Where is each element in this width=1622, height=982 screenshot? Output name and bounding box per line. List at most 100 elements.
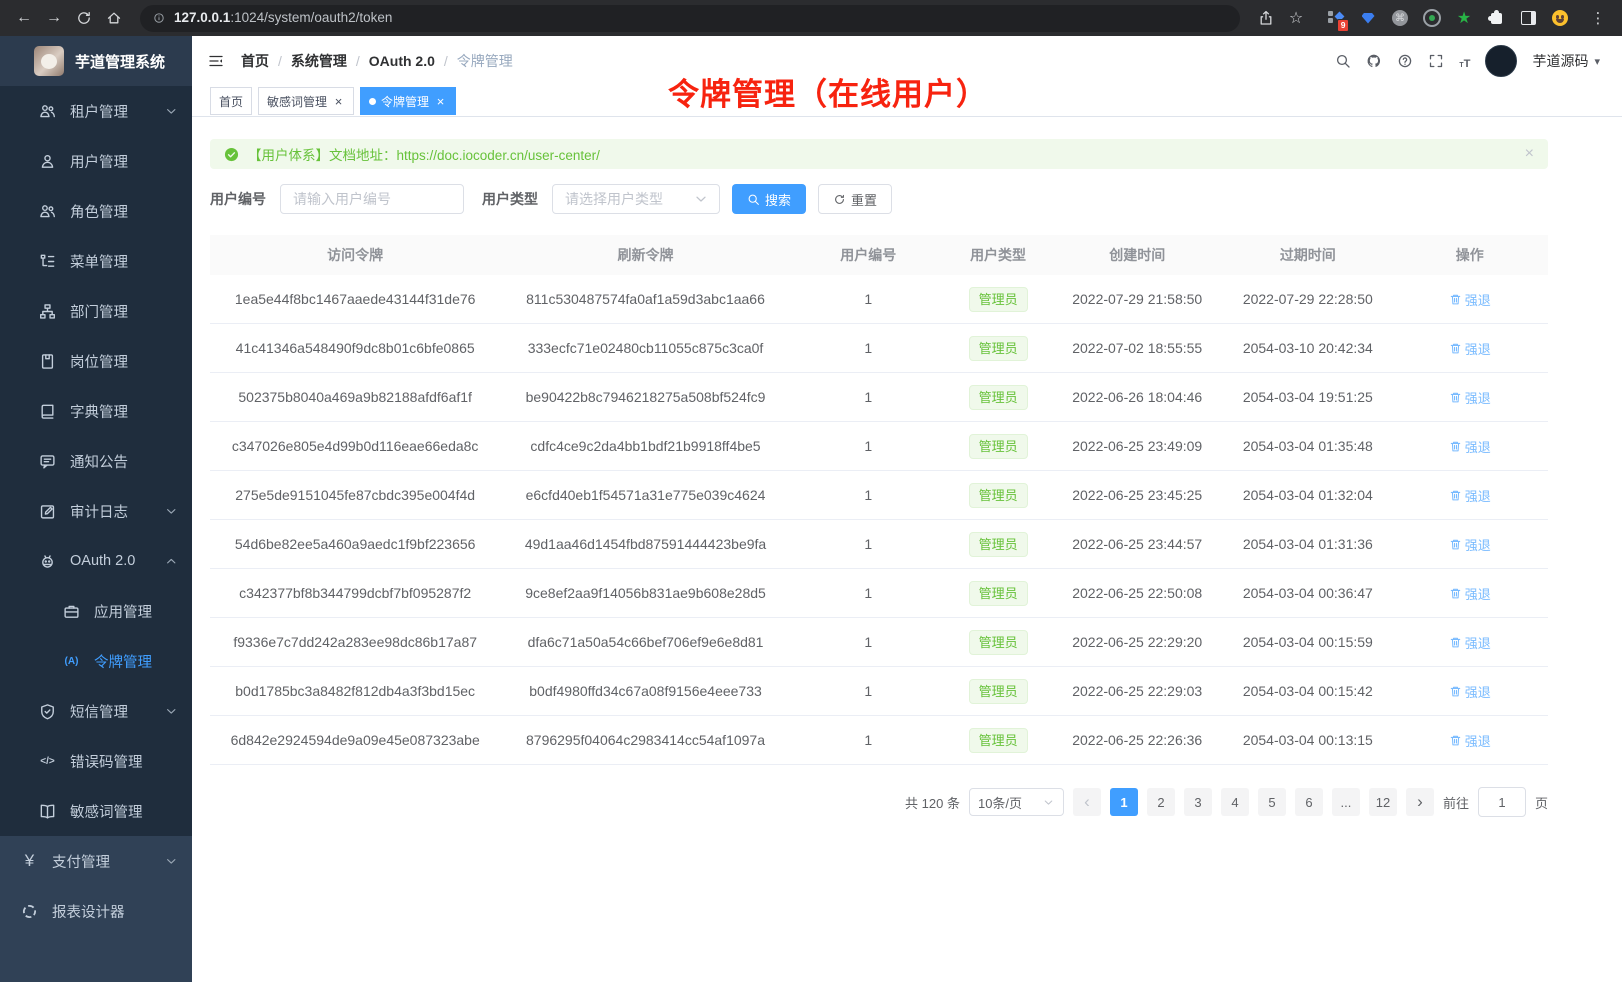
user-id-input[interactable] [280, 184, 464, 214]
extension-gem-icon[interactable] [1359, 9, 1377, 27]
cell-expires-at: 2054-03-04 00:15:59 [1224, 634, 1391, 650]
force-logout-button[interactable]: 强退 [1449, 486, 1491, 505]
force-logout-button[interactable]: 强退 [1449, 682, 1491, 701]
cell-expires-at: 2054-03-04 19:51:25 [1224, 389, 1391, 405]
sidebar-item[interactable]: 审计日志 [0, 486, 192, 536]
users-icon [38, 103, 57, 120]
breadcrumb-item[interactable]: 系统管理 [291, 51, 347, 71]
sidebar-item[interactable]: 部门管理 [0, 286, 192, 336]
search-button-icon [747, 193, 760, 206]
sidebar-item[interactable]: 字典管理 [0, 386, 192, 436]
home-icon[interactable] [100, 4, 128, 32]
sidebar-collapse-icon[interactable] [208, 53, 224, 69]
user-avatar[interactable] [1485, 45, 1517, 77]
extension-emoji-icon[interactable] [1551, 9, 1569, 27]
sidebar-item[interactable]: ¥支付管理 [0, 836, 192, 886]
extension-puzzle-icon[interactable] [1487, 9, 1505, 27]
cell-user-type: 管理员 [946, 630, 1050, 655]
page-number-button[interactable]: 2 [1147, 788, 1175, 816]
sidebar-item[interactable]: 菜单管理 [0, 236, 192, 286]
page-number-button[interactable]: 6 [1295, 788, 1323, 816]
prev-page-button[interactable]: ‹ [1073, 788, 1101, 816]
sidebar-item[interactable]: 角色管理 [0, 186, 192, 236]
page-number-button[interactable]: 3 [1184, 788, 1212, 816]
extension-record-icon[interactable] [1423, 9, 1441, 27]
page-number-button[interactable]: 1 [1110, 788, 1138, 816]
fullscreen-icon[interactable] [1428, 53, 1444, 69]
search-icon[interactable] [1335, 53, 1351, 69]
token-icon: (A) [62, 656, 81, 667]
cell-action: 强退 [1391, 388, 1548, 407]
doc-alert: 【用户体系】文档地址：https://doc.iocoder.cn/user-c… [210, 139, 1548, 169]
cell-expires-at: 2054-03-04 01:32:04 [1224, 487, 1391, 503]
back-icon[interactable]: ← [10, 4, 38, 32]
tab-close-icon[interactable]: × [434, 95, 447, 108]
username[interactable]: 芋道源码 [1532, 51, 1588, 71]
cell-user-type: 管理员 [946, 287, 1050, 312]
sidebar-item[interactable]: 岗位管理 [0, 336, 192, 386]
page-number-button[interactable]: 12 [1369, 788, 1397, 816]
sidebar-item[interactable]: 短信管理 [0, 686, 192, 736]
sidebar-item[interactable]: (A)令牌管理 [0, 636, 192, 686]
font-size-icon[interactable]: TT [1459, 51, 1470, 72]
sidebar-item[interactable]: 租户管理 [0, 86, 192, 136]
sidebar-item[interactable]: 通知公告 [0, 436, 192, 486]
share-icon[interactable] [1252, 4, 1280, 32]
sidebar-item[interactable]: OAuth 2.0 [0, 536, 192, 586]
cell-created-at: 2022-06-25 22:29:20 [1050, 634, 1224, 650]
site-info-icon[interactable] [153, 12, 165, 24]
page-number-button[interactable]: 5 [1258, 788, 1286, 816]
doc-link[interactable]: https://doc.iocoder.cn/user-center/ [397, 148, 600, 163]
extension-blue-diamond-icon[interactable]: 9 [1327, 9, 1345, 27]
force-logout-button[interactable]: 强退 [1449, 339, 1491, 358]
extension-command-icon[interactable]: ⌘ [1391, 9, 1409, 27]
force-logout-button[interactable]: 强退 [1449, 633, 1491, 652]
force-logout-button[interactable]: 强退 [1449, 437, 1491, 456]
user-type-select[interactable]: 请选择用户类型 [552, 184, 720, 214]
breadcrumb-item[interactable]: OAuth 2.0 [369, 53, 435, 69]
goto-suffix: 页 [1535, 793, 1548, 812]
page-size-select[interactable]: 10条/页 [969, 788, 1064, 816]
reset-button[interactable]: 重置 [818, 184, 892, 214]
forward-icon[interactable]: → [40, 4, 68, 32]
pagination: 共 120 条10条/页‹123456...12›前往页 [210, 787, 1548, 817]
cell-access-token: 41c41346a548490f9dc8b01c6bfe0865 [210, 340, 500, 356]
alert-close-icon[interactable]: × [1525, 146, 1534, 162]
sidebar-item-label: 用户管理 [70, 151, 128, 172]
help-icon[interactable] [1397, 53, 1413, 69]
page-number-button[interactable]: 4 [1221, 788, 1249, 816]
tab-close-icon[interactable]: × [332, 95, 345, 108]
force-logout-button[interactable]: 强退 [1449, 731, 1491, 750]
search-button[interactable]: 搜索 [732, 184, 806, 214]
sidebar-item[interactable]: 用户管理 [0, 136, 192, 186]
tab-active[interactable]: 令牌管理× [360, 87, 456, 115]
github-icon[interactable] [1366, 53, 1382, 69]
extension-star-icon[interactable]: ★ [1455, 9, 1473, 27]
breadcrumb-item[interactable]: 首页 [241, 51, 269, 71]
url-bar[interactable]: 127.0.0.1:1024/system/oauth2/token [140, 5, 1240, 32]
tab-item[interactable]: 首页 [210, 87, 252, 115]
force-logout-button[interactable]: 强退 [1449, 290, 1491, 309]
trash-icon [1449, 489, 1462, 502]
app-logo[interactable]: 芋道管理系统 [0, 36, 192, 86]
sidebar-item[interactable]: 敏感词管理 [0, 786, 192, 836]
sidebar-item[interactable]: </>错误码管理 [0, 736, 192, 786]
sidebar-item[interactable]: 报表设计器 [0, 886, 192, 936]
search-form: 用户编号 用户类型 请选择用户类型 搜索 重置 [210, 183, 1548, 215]
more-pages-button[interactable]: ... [1332, 788, 1360, 816]
force-logout-button[interactable]: 强退 [1449, 388, 1491, 407]
tab-item[interactable]: 敏感词管理× [258, 87, 354, 115]
browser-menu-icon[interactable]: ⋮ [1584, 4, 1612, 32]
force-logout-button[interactable]: 强退 [1449, 584, 1491, 603]
goto-page-input[interactable] [1478, 787, 1526, 817]
sidebar-item-label: 角色管理 [70, 201, 128, 222]
user-type-badge: 管理员 [969, 581, 1028, 606]
cell-refresh-token: be90422b8c7946218275a508bf524fc9 [500, 389, 790, 405]
extension-sidepanel-icon[interactable] [1519, 9, 1537, 27]
reload-icon[interactable] [70, 4, 98, 32]
next-page-button[interactable]: › [1406, 788, 1434, 816]
sidebar-item[interactable]: 应用管理 [0, 586, 192, 636]
cell-created-at: 2022-07-29 21:58:50 [1050, 291, 1224, 307]
bookmark-star-icon[interactable]: ☆ [1282, 4, 1310, 32]
force-logout-button[interactable]: 强退 [1449, 535, 1491, 554]
